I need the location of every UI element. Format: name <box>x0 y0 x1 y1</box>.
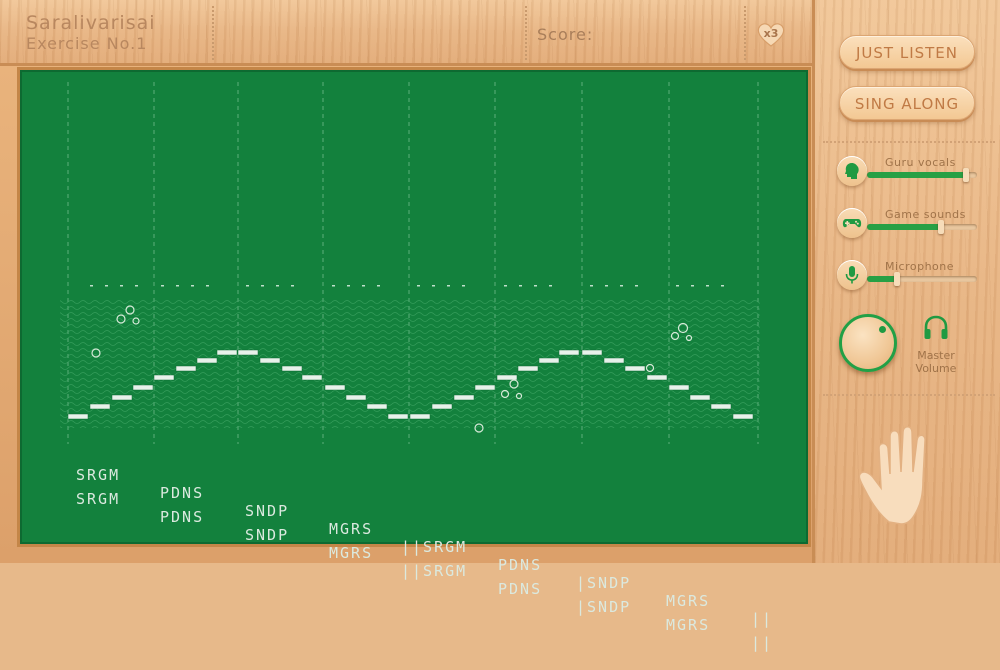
guru-vocals-slider[interactable] <box>867 168 977 182</box>
swara-row-2: SRGM PDNS SNDP MGRS ||SRGM PDNS |SNDP MG… <box>76 472 771 652</box>
swara-group: PDNS <box>160 484 205 502</box>
beat-ticks <box>90 285 724 287</box>
master-volume-label: Master Volume <box>907 349 965 375</box>
microphone-icon-button[interactable] <box>837 260 867 290</box>
pitch-track <box>60 82 760 444</box>
hand-icon[interactable] <box>853 418 963 528</box>
swara-group: SRGM <box>76 490 121 508</box>
gamepad-icon <box>842 219 862 228</box>
exercise-name: Exercise No.1 <box>26 34 148 53</box>
header-divider <box>212 6 214 60</box>
chalkboard: SRGM PDNS SNDP MGRS ||SRGM PDNS |SNDP MG… <box>20 70 808 652</box>
master-volume-label-line: Volume <box>915 362 957 375</box>
swara-group: |SNDP <box>576 598 632 616</box>
header-bar: Saralivarisai Exercise No.1 Score: x3 <box>0 0 812 66</box>
guru-vocals-control: Guru vocals <box>837 156 987 192</box>
microphone-control: Microphone <box>837 260 987 296</box>
slider-fill <box>867 172 966 178</box>
slider-thumb[interactable] <box>963 168 969 182</box>
headphones-icon <box>924 315 948 339</box>
water-waves <box>60 300 760 428</box>
game-sounds-label: Game sounds <box>885 208 966 221</box>
microphone-slider[interactable] <box>867 272 977 286</box>
master-volume-knob[interactable] <box>839 314 897 372</box>
game-title: Saralivarisai <box>26 12 156 34</box>
game-sounds-slider[interactable] <box>867 220 977 234</box>
exercise-title-block: Saralivarisai Exercise No.1 <box>26 12 156 54</box>
swara-bar: || <box>751 610 774 628</box>
swara-group: |SNDP <box>576 574 632 592</box>
guru-vocals-icon-button[interactable] <box>837 156 867 186</box>
game-sounds-control: Game sounds <box>837 208 987 244</box>
slider-thumb[interactable] <box>893 272 900 286</box>
slider-thumb[interactable] <box>937 220 944 234</box>
microphone-icon <box>845 266 859 284</box>
master-volume-label-line: Master <box>917 349 955 362</box>
swara-bar: || <box>751 634 774 652</box>
game-sounds-icon-button[interactable] <box>837 208 867 238</box>
score-label: Score: <box>537 25 594 44</box>
header-divider <box>744 6 746 60</box>
swara-group: PDNS <box>498 580 543 598</box>
slider-fill <box>867 224 941 230</box>
sing-along-button[interactable]: SING ALONG <box>839 86 975 120</box>
head-icon <box>845 163 859 179</box>
swara-group: SNDP <box>245 502 290 520</box>
sidebar-divider <box>823 141 995 143</box>
header-divider <box>525 6 527 60</box>
swara-group: MGRS <box>329 544 374 562</box>
just-listen-button[interactable]: JUST LISTEN <box>839 35 975 69</box>
swara-group: MGRS <box>666 616 711 634</box>
knob-indicator <box>879 326 886 333</box>
sidebar-divider <box>823 394 995 396</box>
microphone-label: Microphone <box>885 260 955 273</box>
swara-group: SNDP <box>245 526 290 544</box>
swara-group: PDNS <box>498 556 543 574</box>
slider-fill <box>867 276 897 282</box>
swara-group: MGRS <box>329 520 374 538</box>
lives-badge: x3 <box>756 22 786 48</box>
swara-row-1: SRGM PDNS SNDP MGRS ||SRGM PDNS |SNDP MG… <box>76 448 771 628</box>
swara-group: PDNS <box>160 508 205 526</box>
swara-group: MGRS <box>666 592 711 610</box>
swara-group: ||SRGM <box>401 538 468 556</box>
lives-count: x3 <box>763 27 779 40</box>
swara-group: ||SRGM <box>401 562 468 580</box>
control-sidebar: JUST LISTEN SING ALONG Guru vocals Game … <box>812 0 1000 563</box>
guru-vocals-label: Guru vocals <box>885 156 956 169</box>
